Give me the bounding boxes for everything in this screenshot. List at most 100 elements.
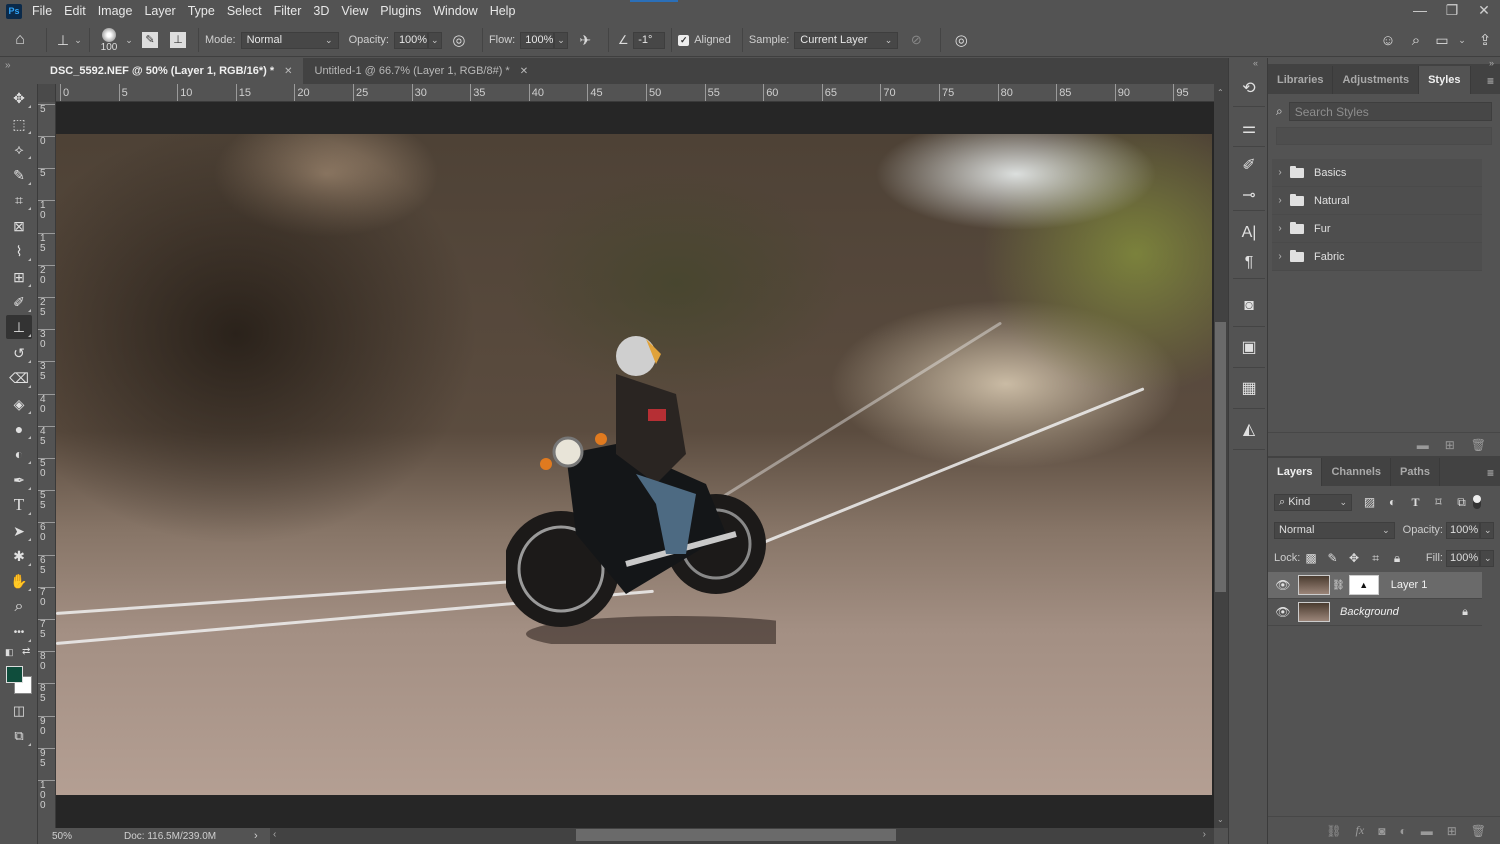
menu-file[interactable]: File: [32, 4, 52, 18]
angle-input[interactable]: -1°: [633, 31, 666, 49]
tab-layers[interactable]: Layers: [1268, 458, 1323, 486]
menu-help[interactable]: Help: [490, 4, 516, 18]
actions-panel-icon[interactable]: ◭: [1233, 409, 1265, 449]
blend-mode-select[interactable]: Normal ⌄: [1274, 521, 1395, 539]
eyedropper-tool[interactable]: ⌇: [6, 239, 32, 263]
vertical-scroll-thumb[interactable]: [1215, 322, 1226, 592]
pen-tool[interactable]: ✒: [6, 468, 32, 492]
delete-icon[interactable]: 🗑: [1471, 438, 1486, 452]
brush-settings-panel-icon[interactable]: ✐: [1233, 150, 1265, 180]
move-tool[interactable]: ✥: [6, 86, 32, 110]
menu-plugins[interactable]: Plugins: [380, 4, 421, 18]
fill-dropdown[interactable]: ⌄: [1479, 549, 1494, 567]
paint-bucket-tool[interactable]: ◈: [6, 392, 32, 416]
scroll-left-icon[interactable]: ‹: [273, 829, 276, 840]
chevron-right-icon[interactable]: ›: [1272, 195, 1288, 206]
clone-stamp-tool[interactable]: ⊥: [6, 315, 32, 339]
tab-channels[interactable]: Channels: [1322, 458, 1391, 486]
opacity-dropdown[interactable]: ⌄: [427, 31, 442, 49]
expand-panels-icon[interactable]: »: [1489, 58, 1494, 68]
new-style-icon[interactable]: ⊞: [1445, 438, 1455, 452]
layer-opacity-input[interactable]: 100%: [1446, 521, 1480, 539]
doc-tab-untitled-1[interactable]: Untitled-1 @ 66.7% (Layer 1, RGB/8#) * ✕: [303, 58, 539, 84]
lock-transparent-pixels-icon[interactable]: ▩: [1300, 551, 1322, 565]
ruler-origin[interactable]: [38, 84, 56, 102]
type-layer-filter-icon[interactable]: T: [1404, 495, 1427, 510]
menu-type[interactable]: Type: [188, 4, 215, 18]
style-folder-basics[interactable]: › Basics: [1272, 159, 1482, 187]
tab-libraries[interactable]: Libraries: [1268, 66, 1334, 94]
chevron-right-icon[interactable]: ›: [1272, 223, 1288, 234]
add-mask-icon[interactable]: ◙: [1378, 824, 1385, 838]
close-button[interactable]: ✕: [1468, 0, 1500, 20]
expand-toolbar-icon[interactable]: »: [0, 58, 38, 84]
chevron-right-icon[interactable]: ›: [1272, 251, 1288, 262]
brush-preset-picker[interactable]: 100: [96, 27, 122, 53]
search-icon[interactable]: ⌕: [1402, 32, 1430, 49]
vertical-ruler[interactable]: 5 0 5 1 0 1 5 2 0 2 5 3 0 3 5 4 0 4 5 5 0 5 5 6 0 6 5 7…: [38, 102, 56, 828]
horizontal-ruler[interactable]: 0 5 10 15 20 25 30 35 40 45 50 55 60 65 70 75 80 85 90 95: [38, 84, 1214, 102]
brush-settings-icon[interactable]: ✎: [136, 32, 164, 48]
custom-shape-tool[interactable]: ✱: [6, 544, 32, 568]
mask-link-icon[interactable]: ⛓︎: [1332, 580, 1345, 591]
mode-select[interactable]: Normal ⌄: [240, 31, 339, 49]
workspace-icon[interactable]: ▭: [1430, 32, 1454, 49]
horizontal-scroll-thumb[interactable]: [576, 829, 896, 841]
new-layer-icon[interactable]: ⊞: [1447, 824, 1457, 838]
document-image[interactable]: [56, 134, 1212, 795]
smart-object-filter-icon[interactable]: ⧉: [1450, 495, 1473, 510]
clone-stamp-preset-icon[interactable]: ⊥: [53, 32, 73, 49]
type-tool[interactable]: T: [6, 493, 32, 517]
quick-mask-icon[interactable]: ◫: [6, 699, 32, 723]
delete-layer-icon[interactable]: 🗑: [1471, 824, 1486, 838]
ignore-adjustment-layers-icon[interactable]: ⊘: [898, 32, 934, 48]
visibility-eye-icon[interactable]: 👁︎: [1268, 605, 1298, 619]
character-panel-icon[interactable]: A|: [1233, 218, 1265, 248]
swatches-panel-icon[interactable]: ▦: [1233, 368, 1265, 408]
menu-3d[interactable]: 3D: [313, 4, 329, 18]
opacity-input[interactable]: 100%: [393, 31, 428, 49]
close-tab-icon[interactable]: ✕: [284, 66, 292, 77]
paragraph-panel-icon[interactable]: ¶: [1233, 248, 1265, 278]
layer-filter-kind-select[interactable]: ⌕ Kind ⌄: [1274, 493, 1352, 511]
history-panel-icon[interactable]: ⟲: [1233, 70, 1265, 106]
menu-filter[interactable]: Filter: [274, 4, 302, 18]
tab-paths[interactable]: Paths: [1391, 458, 1440, 486]
panel-menu-icon[interactable]: ≡: [1487, 466, 1494, 480]
chevron-down-icon[interactable]: ⌄: [122, 35, 136, 46]
default-colors-icon[interactable]: ◧: [5, 647, 14, 658]
style-folder-natural[interactable]: › Natural: [1272, 187, 1482, 215]
zoom-tool[interactable]: ⌕: [6, 595, 32, 619]
swap-colors-icon[interactable]: ⇄: [22, 646, 30, 657]
marquee-tool[interactable]: ⬚: [6, 112, 32, 136]
menu-image[interactable]: Image: [98, 4, 133, 18]
lock-position-icon[interactable]: ✥: [1343, 551, 1365, 565]
adjustment-layer-filter-icon[interactable]: ◐: [1381, 495, 1404, 509]
screen-mode-icon[interactable]: ⧉: [6, 724, 32, 748]
shape-layer-filter-icon[interactable]: ⌑: [1427, 495, 1450, 509]
pressure-opacity-icon[interactable]: ◎: [442, 31, 476, 49]
chevron-right-icon[interactable]: ›: [1272, 167, 1288, 178]
doc-tab-dsc5592[interactable]: DSC_5592.NEF @ 50% (Layer 1, RGB/16*) * …: [38, 58, 303, 84]
menu-view[interactable]: View: [341, 4, 368, 18]
layer-row-background[interactable]: 👁︎ Background 🔒︎: [1268, 599, 1482, 626]
clone-source-panel-icon[interactable]: ◙: [1233, 286, 1265, 326]
layer-lock-icon[interactable]: 🔒︎: [1462, 606, 1468, 619]
lock-artboard-icon[interactable]: ⌗: [1365, 551, 1387, 566]
lock-all-icon[interactable]: 🔒︎: [1386, 551, 1408, 566]
dodge-tool[interactable]: ◐: [6, 442, 32, 466]
layer-style-fx-icon[interactable]: fx: [1356, 823, 1365, 838]
tab-adjustments[interactable]: Adjustments: [1333, 66, 1420, 94]
home-icon[interactable]: ⌂: [0, 31, 40, 49]
crop-tool[interactable]: ⌗: [6, 188, 32, 212]
new-group-icon[interactable]: ▬: [1417, 438, 1429, 452]
scroll-up-icon[interactable]: ⌃: [1217, 88, 1224, 97]
menu-window[interactable]: Window: [433, 4, 477, 18]
fill-input[interactable]: 100%: [1445, 549, 1480, 567]
restore-button[interactable]: ❐: [1436, 0, 1468, 20]
layer-mask-thumbnail[interactable]: ▲: [1348, 575, 1379, 595]
gradients-panel-icon[interactable]: ▣: [1233, 327, 1265, 367]
style-folder-fabric[interactable]: › Fabric: [1272, 243, 1482, 271]
search-styles-input[interactable]: Search Styles: [1288, 102, 1492, 121]
zoom-level[interactable]: 50%: [38, 831, 102, 842]
